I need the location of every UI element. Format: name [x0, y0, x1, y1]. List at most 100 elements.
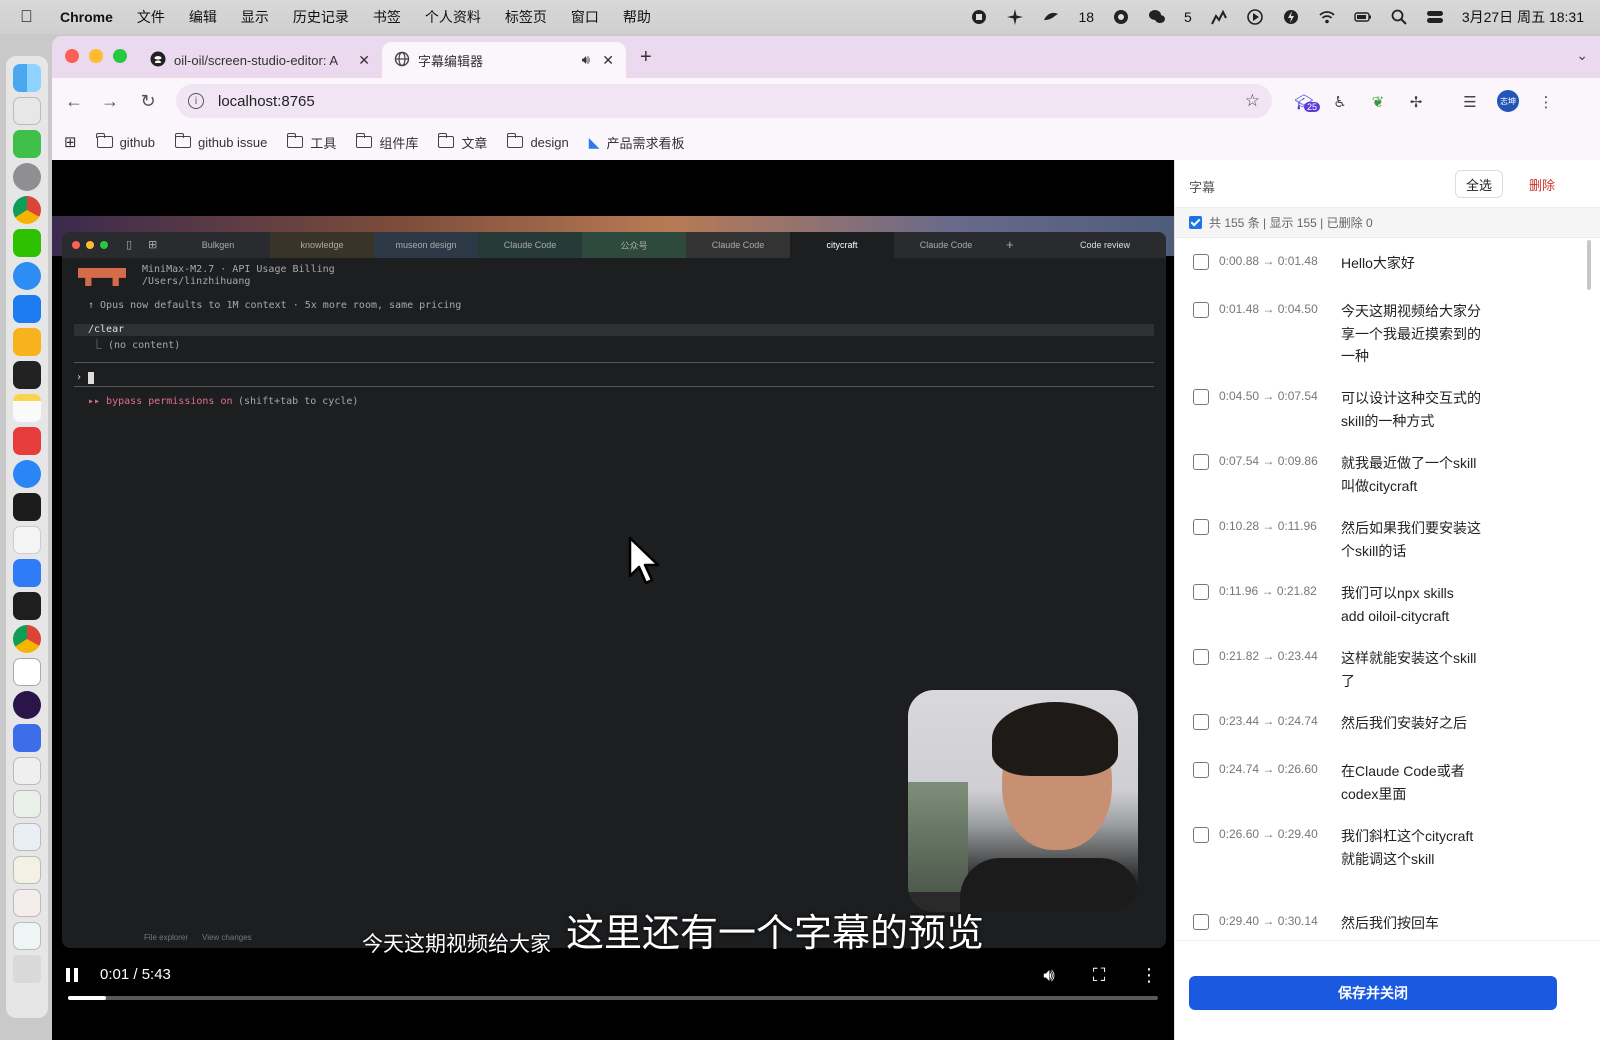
document-thumb-icon-5[interactable] [13, 922, 41, 950]
row-checkbox[interactable] [1193, 714, 1209, 730]
row-checkbox[interactable] [1193, 302, 1209, 318]
wps-icon[interactable] [13, 427, 41, 455]
tab-audio-icon[interactable]: 🔊︎ [582, 52, 590, 68]
pause-button[interactable] [66, 968, 82, 984]
row-checkbox[interactable] [1193, 254, 1209, 270]
menu-file[interactable]: 文件 [137, 7, 165, 27]
menu-app-name[interactable]: Chrome [60, 9, 113, 25]
notes-icon[interactable] [13, 394, 41, 422]
preview-icon[interactable] [13, 757, 41, 785]
terminal-icon[interactable] [13, 361, 41, 389]
volume-icon[interactable]: 🔊︎ [1038, 964, 1060, 986]
bookmark-github[interactable]: github [96, 133, 155, 150]
notion-icon[interactable] [13, 658, 41, 686]
row-text[interactable]: 然后我们按回车 [1341, 912, 1481, 935]
wifi-icon[interactable] [1318, 8, 1336, 26]
row-text[interactable]: 我们可以npx skills add oiloil-citycraft [1341, 582, 1481, 627]
menu-view[interactable]: 显示 [241, 7, 269, 27]
row-checkbox[interactable] [1193, 762, 1209, 778]
menu-profiles[interactable]: 个人资料 [425, 7, 481, 27]
chart-icon[interactable] [1210, 8, 1228, 26]
row-text[interactable]: 我们斜杠这个citycraft就能调这个skill [1341, 825, 1481, 870]
messages-icon[interactable] [13, 130, 41, 158]
back-arrow-icon[interactable]: ← [63, 90, 85, 112]
spotlight-search-icon[interactable] [1390, 8, 1408, 26]
battery-icon[interactable] [1354, 8, 1372, 26]
bookmark-github-issue[interactable]: github issue [174, 133, 267, 150]
menubar-datetime[interactable]: 3月27日 周五 18:31 [1462, 7, 1584, 27]
row-checkbox[interactable] [1193, 914, 1209, 930]
screen-studio-icon[interactable] [13, 691, 41, 719]
tab-close-icon[interactable]: ✕ [358, 52, 370, 69]
site-info-icon[interactable]: i [188, 93, 204, 109]
master-checkbox[interactable] [1189, 216, 1202, 229]
record-icon[interactable] [970, 8, 988, 26]
finder-icon[interactable] [13, 64, 41, 92]
lark-icon[interactable] [13, 559, 41, 587]
mail-icon[interactable] [13, 295, 41, 323]
profile-avatar[interactable]: 志坤 [1497, 90, 1519, 112]
bird-icon[interactable] [1042, 8, 1060, 26]
bookmark-star-icon[interactable]: ☆ [1245, 91, 1260, 111]
more-options-icon[interactable]: ⋮ [1138, 964, 1160, 986]
row-text[interactable]: 这样就能安装这个skill了 [1341, 647, 1481, 692]
row-checkbox[interactable] [1193, 389, 1209, 405]
lightning-circle-icon[interactable] [1282, 8, 1300, 26]
bookmark-components[interactable]: 组件库 [355, 133, 418, 152]
menu-window[interactable]: 窗口 [571, 7, 599, 27]
row-checkbox[interactable] [1193, 454, 1209, 470]
delete-button[interactable]: 删除 [1517, 170, 1567, 198]
forward-arrow-icon[interactable]: → [99, 90, 121, 112]
bookmark-product-board[interactable]: ◣ 产品需求看板 [589, 133, 685, 152]
document-thumb-icon-2[interactable] [13, 823, 41, 851]
row-text[interactable]: 在Claude Code或者codex里面 [1341, 760, 1481, 805]
video-player[interactable]: ▯ ⊞ Bulkgen knowledge museon design Clau… [52, 160, 1174, 1040]
row-text[interactable]: 今天这期视频给大家分享一个我最近摸索到的一种 [1341, 300, 1481, 368]
extension-accessibility-icon[interactable]: ♿︎ [1330, 92, 1350, 112]
wechat-app-icon[interactable] [13, 229, 41, 257]
menu-edit[interactable]: 编辑 [189, 7, 217, 27]
row-checkbox[interactable] [1193, 649, 1209, 665]
address-bar[interactable]: i localhost:8765 ☆ [176, 84, 1272, 118]
document-thumb-icon-3[interactable] [13, 856, 41, 884]
trash-icon[interactable] [13, 955, 41, 983]
bookmark-design[interactable]: design [506, 133, 569, 150]
reading-list-icon[interactable]: ☰ [1460, 92, 1480, 112]
row-text[interactable]: 然后如果我们要安装这个skill的话 [1341, 517, 1481, 562]
row-text[interactable]: 就我最近做了一个skill叫做citycraft [1341, 452, 1481, 497]
reload-icon[interactable]: ↻ [137, 90, 159, 112]
video-progress-bar[interactable] [68, 996, 1158, 1000]
circle-icon[interactable] [1112, 8, 1130, 26]
window-zoom-button[interactable] [113, 49, 127, 63]
tab-subtitle-editor[interactable]: 字幕编辑器 🔊︎ ✕ [382, 42, 626, 78]
row-checkbox[interactable] [1193, 584, 1209, 600]
system-settings-icon[interactable] [13, 163, 41, 191]
extensions-puzzle-icon[interactable]: ✢ [1406, 92, 1426, 112]
document-thumb-icon-4[interactable] [13, 889, 41, 917]
play-circle-icon[interactable] [1246, 8, 1264, 26]
bookmark-articles[interactable]: 文章 [437, 133, 487, 152]
apple-icon[interactable]:  [20, 7, 38, 27]
new-tab-button[interactable]: + [640, 46, 652, 69]
wechat-icon[interactable] [1148, 8, 1166, 26]
menu-help[interactable]: 帮助 [623, 7, 651, 27]
row-text[interactable]: Hello大家好 [1341, 252, 1481, 275]
qq-browser-icon[interactable] [13, 460, 41, 488]
bolt-app-icon[interactable] [13, 328, 41, 356]
document-thumb-icon[interactable] [13, 790, 41, 818]
apps-grid-icon[interactable]: ⊞ [64, 133, 77, 151]
address-url[interactable]: localhost:8765 [218, 93, 315, 110]
typora-icon[interactable] [13, 526, 41, 554]
chrome-icon[interactable] [13, 196, 41, 224]
menu-tabs[interactable]: 标签页 [505, 7, 547, 27]
chrome-canary-icon[interactable] [13, 625, 41, 653]
select-all-button[interactable]: 全选 [1455, 170, 1503, 198]
row-text[interactable]: 然后我们安装好之后 [1341, 712, 1481, 735]
tab-search-chevron-icon[interactable]: ⌄ [1576, 47, 1588, 64]
app-blue-icon[interactable] [13, 724, 41, 752]
bookmark-tools[interactable]: 工具 [286, 133, 336, 152]
fullscreen-icon[interactable]: ⛶ [1088, 964, 1110, 986]
row-checkbox[interactable] [1193, 827, 1209, 843]
window-close-button[interactable] [65, 49, 79, 63]
save-and-close-button[interactable]: 保存并关闭 [1189, 976, 1557, 1010]
